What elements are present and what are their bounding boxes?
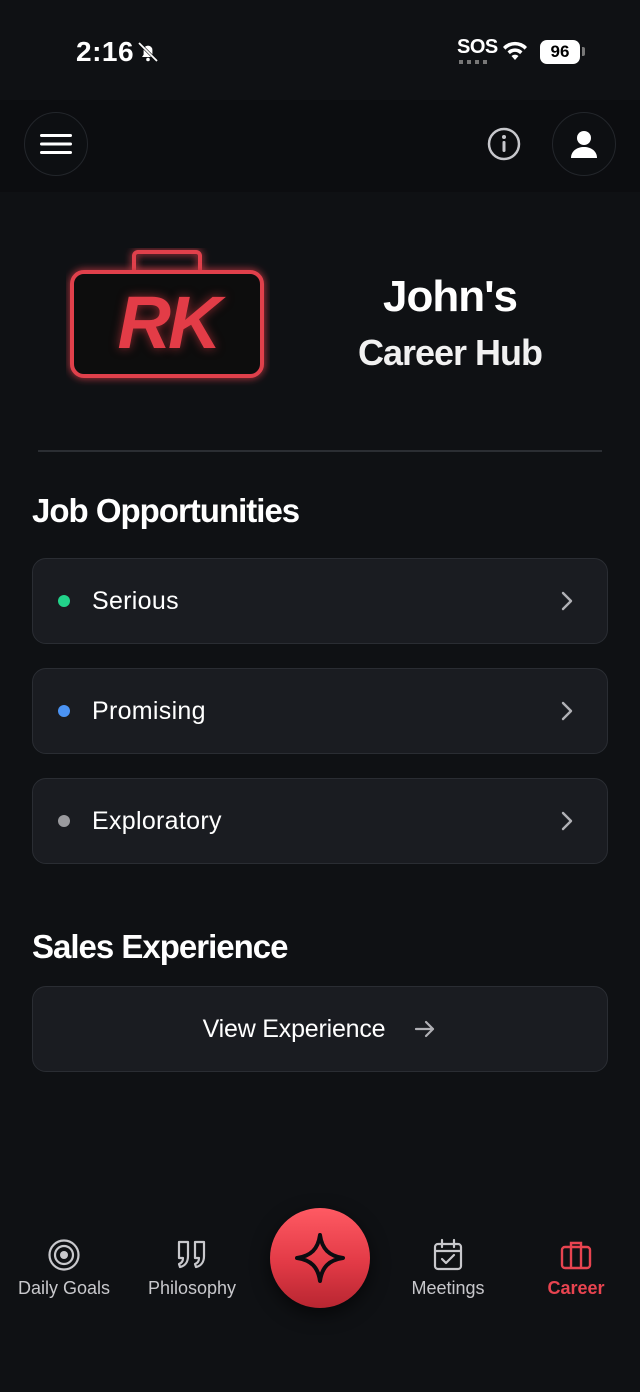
status-dot <box>58 815 70 827</box>
tab-meetings[interactable]: Meetings <box>384 1238 512 1299</box>
tab-daily-goals[interactable]: Daily Goals <box>0 1238 128 1299</box>
logo-text: RK <box>117 281 222 364</box>
quote-icon <box>177 1240 206 1269</box>
bottom-nav: Daily Goals Philosophy Meetings Career <box>0 1200 640 1392</box>
status-dot <box>58 595 70 607</box>
menu-button[interactable] <box>24 112 88 176</box>
tab-philosophy[interactable]: Philosophy <box>128 1238 256 1299</box>
card-label: Promising <box>92 696 206 725</box>
view-experience-label: View Experience <box>202 1014 386 1043</box>
tab-label: Philosophy <box>147 1278 237 1298</box>
card-label: Serious <box>92 586 179 615</box>
sparkle-icon <box>295 1233 345 1283</box>
view-experience-button[interactable]: View Experience <box>32 986 608 1072</box>
profile-button[interactable] <box>552 112 616 176</box>
calendar-check-icon <box>433 1238 463 1271</box>
battery-tip <box>582 47 585 56</box>
status-time: 2:16 <box>76 36 135 67</box>
job-opportunities-heading: Job Opportunities <box>32 492 300 529</box>
wifi-icon <box>503 41 527 60</box>
tab-label: Daily Goals <box>17 1278 111 1298</box>
signal-dots <box>459 60 491 64</box>
battery-level: 96 <box>540 40 580 64</box>
user-icon <box>571 131 597 158</box>
title-line1: John's <box>382 272 518 321</box>
tab-label: Career <box>547 1278 605 1298</box>
target-icon <box>48 1239 80 1271</box>
chevron-right-icon <box>561 701 573 721</box>
status-dot <box>58 705 70 717</box>
divider <box>38 450 602 452</box>
status-bar: 2:16 SOS 96 <box>0 0 640 100</box>
title-line2: Career Hub <box>357 332 543 373</box>
bell-off-icon <box>137 41 159 63</box>
hamburger-icon <box>40 134 72 154</box>
arrow-right-icon <box>415 1020 435 1038</box>
chevron-right-icon <box>561 591 573 611</box>
top-nav <box>0 100 640 192</box>
opportunity-card-exploratory[interactable]: Exploratory <box>32 778 608 864</box>
rk-briefcase-logo: RK <box>66 248 270 388</box>
ai-assistant-button[interactable] <box>270 1208 370 1308</box>
page-title: John's Career Hub <box>300 272 600 374</box>
opportunity-card-serious[interactable]: Serious <box>32 558 608 644</box>
tab-career[interactable]: Career <box>512 1238 640 1299</box>
info-icon[interactable] <box>486 126 522 162</box>
opportunity-card-promising[interactable]: Promising <box>32 668 608 754</box>
card-label: Exploratory <box>92 806 222 835</box>
sales-experience-heading: Sales Experience <box>32 928 289 965</box>
sos-indicator: SOS <box>457 36 498 58</box>
chevron-right-icon <box>561 811 573 831</box>
briefcase-icon <box>560 1241 592 1270</box>
tab-label: Meetings <box>411 1278 485 1298</box>
hero-header: RK John's Career Hub <box>0 230 640 410</box>
